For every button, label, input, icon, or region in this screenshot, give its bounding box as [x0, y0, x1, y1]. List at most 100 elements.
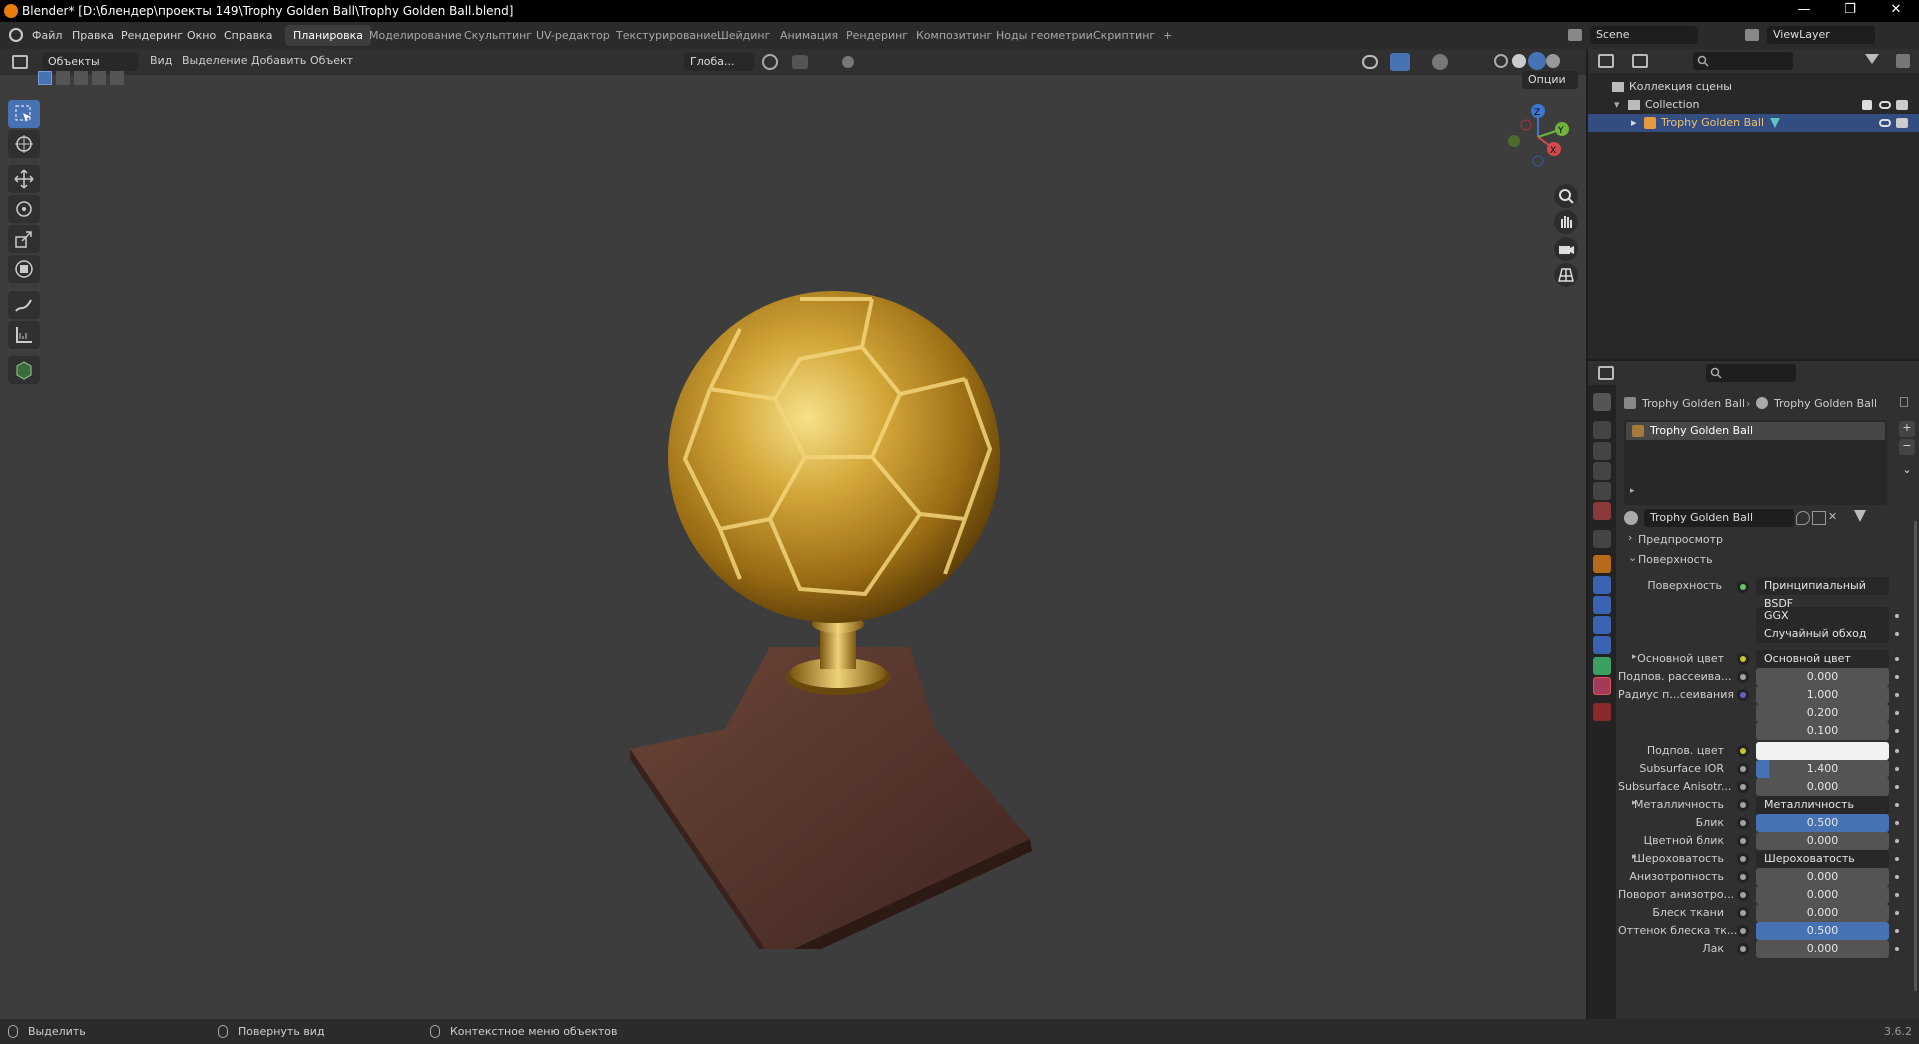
- zoom-icon[interactable]: [1554, 184, 1578, 208]
- input-socket-icon[interactable]: [1737, 853, 1749, 865]
- select-box-tool[interactable]: [8, 100, 40, 128]
- tab-geometry-nodes[interactable]: Ноды геометрии: [988, 25, 1101, 46]
- snap-icon[interactable]: [792, 55, 808, 69]
- menu-window[interactable]: Окно: [187, 29, 216, 42]
- physics-tab-icon[interactable]: [1593, 616, 1611, 634]
- view-layer-tab-icon[interactable]: [1593, 462, 1611, 480]
- maximize-button[interactable]: ❐: [1827, 0, 1873, 22]
- scene-selector[interactable]: Scene: [1590, 26, 1698, 44]
- exclude-checkbox[interactable]: [1862, 100, 1872, 110]
- move-tool[interactable]: [8, 165, 40, 193]
- number-field[interactable]: 0.000: [1756, 778, 1889, 796]
- editor-type-icon[interactable]: [12, 55, 28, 69]
- texture-tab-icon[interactable]: [1593, 703, 1611, 721]
- outliner-row-scene-collection[interactable]: Коллекция сцены: [1588, 78, 1919, 96]
- number-field[interactable]: 0.500: [1756, 922, 1889, 940]
- menu-add[interactable]: Добавить: [251, 54, 306, 67]
- number-field[interactable]: 0.000: [1756, 668, 1889, 686]
- outliner-row-collection[interactable]: ▾ Collection: [1588, 96, 1919, 114]
- input-socket-icon[interactable]: [1737, 817, 1749, 829]
- input-socket-icon[interactable]: [1737, 689, 1749, 701]
- fake-user-icon[interactable]: [1796, 511, 1810, 525]
- collection-tab-icon[interactable]: [1593, 530, 1611, 548]
- blender-menu-icon[interactable]: [9, 28, 23, 42]
- number-field[interactable]: 0.100: [1756, 722, 1889, 740]
- view-layer-selector[interactable]: ViewLayer: [1767, 26, 1875, 44]
- keyframe-dot[interactable]: [1895, 749, 1899, 753]
- transform-tool[interactable]: [8, 255, 40, 283]
- input-socket-icon[interactable]: [1737, 943, 1749, 955]
- input-socket-icon[interactable]: [1737, 835, 1749, 847]
- keyframe-dot[interactable]: [1895, 929, 1899, 933]
- filter-icon[interactable]: [1865, 54, 1879, 68]
- object-expand-icon[interactable]: ▸: [1631, 114, 1637, 132]
- tool-tab-icon[interactable]: [1593, 393, 1611, 411]
- transform-orientation[interactable]: Глоба...: [684, 53, 754, 71]
- slot-menu-chevron-icon[interactable]: ⌄: [1899, 463, 1915, 479]
- keyframe-dot[interactable]: [1895, 893, 1899, 897]
- input-socket-icon[interactable]: [1737, 763, 1749, 775]
- overlay-icon[interactable]: [1432, 54, 1448, 70]
- subsurface-method-dropdown[interactable]: Случайный обход: [1756, 625, 1889, 643]
- linked-input-field[interactable]: Металличность: [1756, 796, 1889, 814]
- data-tab-icon[interactable]: [1593, 657, 1611, 675]
- close-button[interactable]: ✕: [1873, 0, 1919, 22]
- keyframe-dot[interactable]: [1895, 947, 1899, 951]
- linked-input-field[interactable]: Основной цвет: [1756, 650, 1889, 668]
- tab-scripting[interactable]: Скриптинг: [1085, 25, 1163, 46]
- tab-shading[interactable]: Шейдинг: [709, 25, 778, 46]
- select-mode-subtract-icon[interactable]: [74, 71, 88, 85]
- render-tab-icon[interactable]: [1593, 421, 1611, 439]
- add-workspace-button[interactable]: +: [1155, 25, 1180, 46]
- material-filter-icon[interactable]: [1854, 510, 1866, 522]
- outliner-search-input[interactable]: [1693, 52, 1793, 70]
- keyframe-dot[interactable]: [1895, 785, 1899, 789]
- remove-slot-button[interactable]: −: [1899, 439, 1915, 455]
- pivot-icon[interactable]: [762, 54, 778, 70]
- keyframe-dot[interactable]: [1895, 729, 1899, 733]
- input-socket-icon[interactable]: [1737, 907, 1749, 919]
- menu-select[interactable]: Выделение: [182, 54, 248, 67]
- subsurface-method-keyframe-dot[interactable]: [1895, 632, 1899, 636]
- modifiers-tab-icon[interactable]: [1593, 576, 1611, 594]
- perspective-grid-icon[interactable]: [1554, 263, 1578, 287]
- linked-input-field[interactable]: Шероховатость: [1756, 850, 1889, 868]
- pin-icon[interactable]: [1900, 397, 1908, 407]
- pan-hand-icon[interactable]: [1554, 210, 1578, 234]
- tab-uv-editing[interactable]: UV-редактор: [528, 25, 618, 46]
- section-surface[interactable]: Поверхность: [1638, 553, 1713, 566]
- number-field[interactable]: 0.000: [1756, 868, 1889, 886]
- collection-expand-icon[interactable]: ▾: [1614, 96, 1620, 114]
- input-socket-icon[interactable]: [1737, 925, 1749, 937]
- tab-rendering[interactable]: Рендеринг: [838, 25, 916, 46]
- output-tab-icon[interactable]: [1593, 442, 1611, 460]
- surface-shader-field[interactable]: Принципиальный BSDF: [1756, 577, 1889, 610]
- surface-collapse-icon[interactable]: ⌄: [1628, 551, 1637, 564]
- input-socket-icon[interactable]: [1737, 671, 1749, 683]
- keyframe-dot[interactable]: [1895, 711, 1899, 715]
- number-field[interactable]: 0.000: [1756, 886, 1889, 904]
- menu-view[interactable]: Вид: [150, 54, 172, 67]
- scale-tool[interactable]: [8, 225, 40, 253]
- view-layer-icon[interactable]: [1745, 29, 1759, 41]
- tab-compositing[interactable]: Композитинг: [908, 25, 1000, 46]
- outliner-row-trophy[interactable]: ▸ Trophy Golden Ball: [1588, 114, 1919, 132]
- preview-expand-icon[interactable]: ›: [1628, 531, 1632, 544]
- number-field[interactable]: 0.000: [1756, 940, 1889, 958]
- distribution-dropdown[interactable]: GGX: [1756, 607, 1889, 625]
- camera-view-icon[interactable]: [1554, 237, 1578, 261]
- visibility-icon[interactable]: [1362, 55, 1378, 69]
- tab-modeling[interactable]: Моделирование: [361, 25, 470, 46]
- object-visibility-eye-icon[interactable]: [1879, 119, 1891, 127]
- number-field[interactable]: 0.200: [1756, 704, 1889, 722]
- particles-tab-icon[interactable]: [1593, 596, 1611, 614]
- keyframe-dot[interactable]: [1895, 911, 1899, 915]
- menu-object[interactable]: Объект: [310, 54, 353, 67]
- keyframe-dot[interactable]: [1895, 675, 1899, 679]
- outliner-editor-type-icon[interactable]: [1598, 54, 1614, 68]
- solid-shading-icon[interactable]: [1512, 54, 1526, 68]
- minimize-button[interactable]: —: [1781, 0, 1827, 22]
- color-swatch[interactable]: [1756, 742, 1889, 760]
- cursor-tool[interactable]: [8, 130, 40, 158]
- number-field[interactable]: 1.000: [1756, 686, 1889, 704]
